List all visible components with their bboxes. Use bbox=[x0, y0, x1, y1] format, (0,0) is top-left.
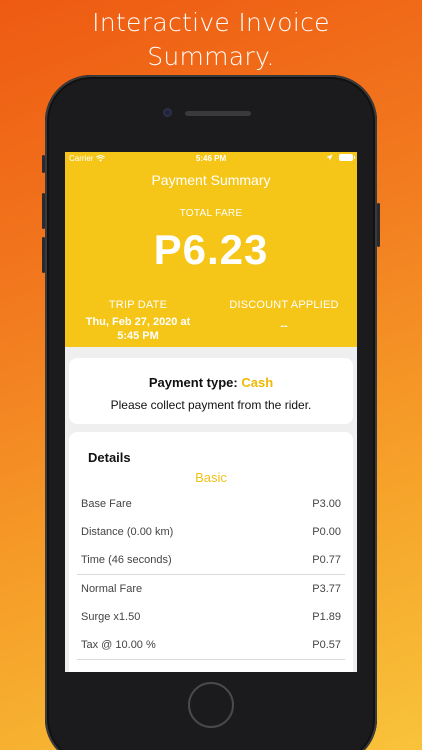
home-button[interactable] bbox=[188, 682, 234, 728]
app-screen: Carrier 5:46 PM Payment Summary TOTAL FA… bbox=[65, 152, 357, 672]
details-title: Details bbox=[88, 450, 131, 465]
payment-type-value: Cash bbox=[241, 375, 274, 390]
fare-row-label: Time (46 seconds) bbox=[81, 554, 172, 566]
fare-row-value: P3.77 bbox=[312, 583, 341, 595]
trip-date-block: TRIP DATE Thu, Feb 27, 2020 at 5:45 PM bbox=[65, 299, 211, 343]
status-time: 5:46 PM bbox=[195, 154, 227, 163]
power-button bbox=[377, 203, 380, 247]
fare-row-normal-fare: Normal Fare P3.77 bbox=[81, 575, 341, 603]
discount-block: DISCOUNT APPLIED -- bbox=[211, 299, 357, 333]
fare-row-distance: Distance (0.00 km) P0.00 bbox=[81, 518, 341, 546]
volume-up-button bbox=[42, 193, 45, 229]
volume-down-button bbox=[42, 237, 45, 273]
details-divider bbox=[77, 659, 345, 660]
status-right-group bbox=[326, 154, 355, 161]
promo-headline-line1: Interactive Invoice bbox=[92, 8, 330, 37]
trip-date-value: Thu, Feb 27, 2020 at 5:45 PM bbox=[65, 315, 211, 343]
fare-row-label: Tax @ 10.00 % bbox=[81, 639, 156, 651]
trip-date-line1: Thu, Feb 27, 2020 at bbox=[85, 316, 191, 328]
details-card[interactable]: Details Basic Base Fare P3.00 Distance (… bbox=[69, 432, 353, 672]
fare-row-time: Time (46 seconds) P0.77 bbox=[81, 546, 341, 574]
details-subtitle: Basic bbox=[195, 470, 227, 485]
fare-row-label: Normal Fare bbox=[81, 583, 143, 595]
fare-row-value: P0.77 bbox=[312, 554, 341, 566]
payment-summary-header: Carrier 5:46 PM Payment Summary TOTAL FA… bbox=[65, 152, 357, 347]
fare-row-value: P3.00 bbox=[312, 498, 341, 510]
fare-row-value: P1.89 bbox=[312, 611, 341, 623]
total-fare-label: TOTAL FARE bbox=[179, 208, 243, 219]
fare-row-value: P0.57 bbox=[312, 639, 341, 651]
fare-row-label: Base Fare bbox=[81, 498, 132, 510]
page-title: Payment Summary bbox=[151, 172, 271, 188]
silent-switch bbox=[42, 155, 45, 173]
fare-row-label: Surge x1.50 bbox=[81, 611, 141, 623]
earpiece-speaker bbox=[185, 111, 251, 116]
payment-type-label: Payment type: bbox=[148, 375, 242, 390]
battery-icon bbox=[339, 154, 355, 161]
promo-headline-line2: Summary. bbox=[147, 42, 275, 71]
payment-note: Please collect payment from the rider. bbox=[110, 398, 312, 412]
fare-row-surge: Surge x1.50 P1.89 bbox=[81, 603, 341, 631]
discount-label: DISCOUNT APPLIED bbox=[229, 299, 339, 311]
location-arrow-icon bbox=[326, 154, 333, 161]
status-bar: Carrier 5:46 PM bbox=[65, 152, 357, 166]
promo-headline: Interactive Invoice Summary. bbox=[0, 6, 422, 74]
fare-row-base-fare: Base Fare P3.00 bbox=[81, 490, 341, 518]
payment-type: Payment type: Cash bbox=[69, 375, 353, 390]
fare-row-value: P0.00 bbox=[312, 526, 341, 538]
fare-row-tax: Tax @ 10.00 % P0.57 bbox=[81, 631, 341, 659]
trip-date-label: TRIP DATE bbox=[108, 299, 168, 311]
phone-frame: Carrier 5:46 PM Payment Summary TOTAL FA… bbox=[42, 75, 380, 750]
payment-type-card: Payment type: Cash Please collect paymen… bbox=[69, 358, 353, 424]
discount-value: -- bbox=[280, 320, 288, 332]
total-fare-amount: P6.23 bbox=[153, 226, 269, 273]
trip-date-line2: 5:45 PM bbox=[117, 330, 159, 342]
front-camera bbox=[163, 108, 172, 117]
fare-row-label: Distance (0.00 km) bbox=[81, 526, 174, 538]
